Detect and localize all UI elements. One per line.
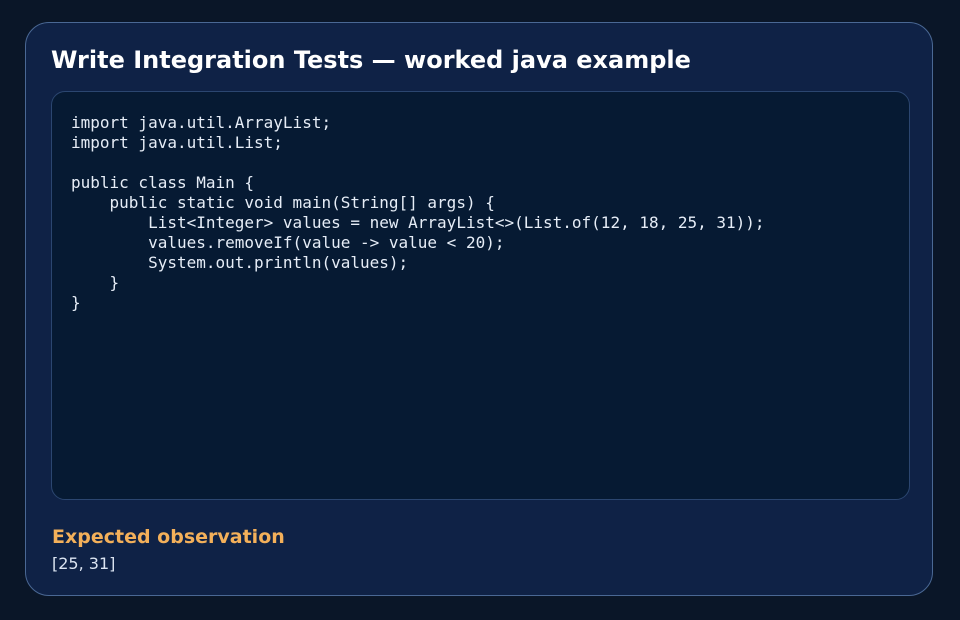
observation-heading: Expected observation [52, 526, 285, 548]
code-block: import java.util.ArrayList; import java.… [51, 91, 910, 500]
observation-value: [25, 31] [52, 554, 116, 573]
code-text: import java.util.ArrayList; import java.… [71, 113, 765, 312]
example-card: Write Integration Tests — worked java ex… [25, 22, 933, 596]
card-title: Write Integration Tests — worked java ex… [51, 46, 691, 74]
